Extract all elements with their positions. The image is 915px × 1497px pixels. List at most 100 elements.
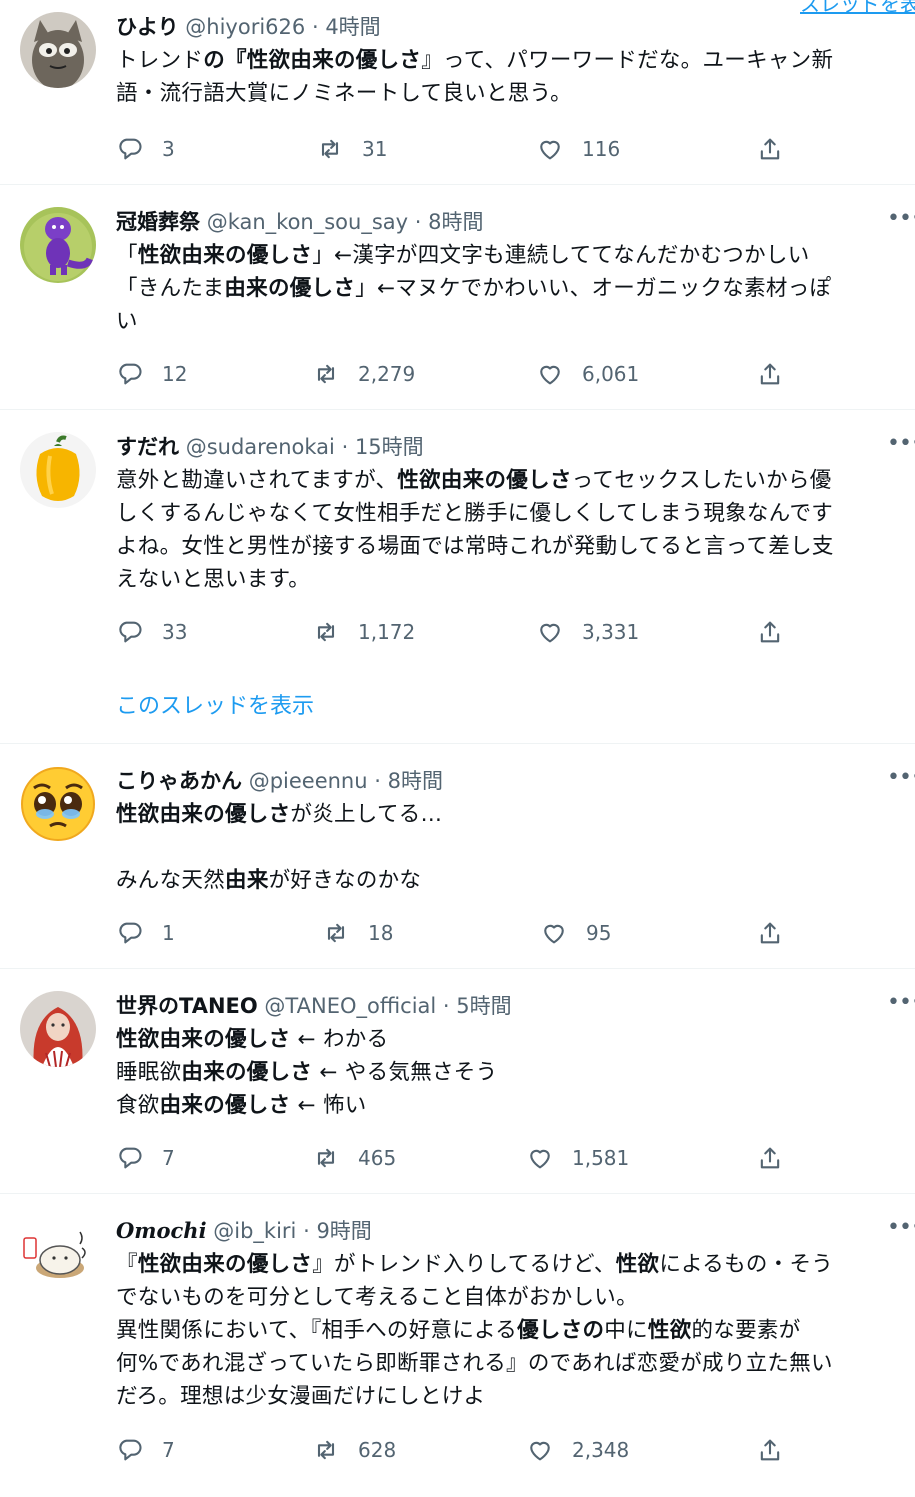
- tweet[interactable]: Omochi @ib_kiri · 9時間 ••• 『性欲由来の優しさ』がトレン…: [0, 1204, 915, 1497]
- reply-button[interactable]: 7: [116, 1143, 175, 1173]
- retweet-button[interactable]: 31: [316, 134, 387, 164]
- highlighted-text: 性欲由来の優しさ: [397, 468, 572, 493]
- handle[interactable]: @ib_kiri: [213, 1219, 296, 1243]
- tweet[interactable]: 世界のTANEO @TANEO_official · 5時間 ••• 性欲由来の…: [0, 979, 915, 1193]
- retweet-button[interactable]: 465: [312, 1143, 396, 1173]
- display-name[interactable]: 冠婚葬祭: [116, 210, 200, 234]
- like-count: 95: [586, 921, 612, 945]
- timestamp[interactable]: 5時間: [456, 994, 511, 1018]
- handle[interactable]: @sudarenokai: [186, 435, 335, 459]
- timestamp[interactable]: 4時間: [325, 15, 380, 39]
- tweet-text-line: い: [116, 305, 906, 338]
- handle[interactable]: @pieeennu: [249, 769, 368, 793]
- share-button[interactable]: [756, 1435, 784, 1465]
- reply-button[interactable]: 3: [116, 134, 175, 164]
- text-run: よね。女性と男性が接する場面では常時これが発動してると言って差し支: [116, 534, 834, 559]
- reply-icon[interactable]: [116, 1436, 144, 1464]
- reply-icon[interactable]: [116, 618, 144, 646]
- more-options-icon[interactable]: •••: [887, 767, 915, 794]
- retweet-button[interactable]: 2,279: [312, 359, 415, 389]
- reply-icon[interactable]: [116, 135, 144, 163]
- reply-button[interactable]: 33: [116, 617, 187, 647]
- heart-icon[interactable]: [526, 1144, 554, 1172]
- reply-button[interactable]: 12: [116, 359, 187, 389]
- avatar[interactable]: [20, 12, 96, 88]
- heart-icon[interactable]: [536, 360, 564, 388]
- handle[interactable]: @kan_kon_sou_say: [207, 210, 408, 234]
- highlighted-text: 性欲由来の優しさ: [137, 1252, 313, 1277]
- retweet-icon[interactable]: [312, 360, 340, 388]
- retweet-icon[interactable]: [312, 1436, 340, 1464]
- like-button[interactable]: 116: [536, 134, 620, 164]
- retweet-icon[interactable]: [312, 1144, 340, 1172]
- like-button[interactable]: 1,581: [526, 1143, 629, 1173]
- timestamp[interactable]: 9時間: [316, 1219, 371, 1243]
- reply-icon[interactable]: [116, 1144, 144, 1172]
- reply-button[interactable]: 7: [116, 1435, 175, 1465]
- display-name[interactable]: Omochi: [116, 1218, 207, 1243]
- avatar[interactable]: [20, 207, 96, 283]
- reply-button[interactable]: 1: [116, 918, 175, 948]
- display-name[interactable]: こりゃあかん: [116, 769, 242, 793]
- text-run: 異性関係において、『相手への好意による: [116, 1318, 518, 1343]
- reply-icon[interactable]: [116, 919, 144, 947]
- like-button[interactable]: 95: [540, 918, 611, 948]
- timestamp[interactable]: 15時間: [355, 435, 424, 459]
- tweet[interactable]: こりゃあかん @pieeennu · 8時間 ••• 性欲由来の優しさが炎上して…: [0, 754, 915, 968]
- heart-icon[interactable]: [526, 1436, 554, 1464]
- retweet-button[interactable]: 628: [312, 1435, 396, 1465]
- like-button[interactable]: 2,348: [526, 1435, 629, 1465]
- share-icon[interactable]: [756, 135, 784, 163]
- show-thread-link[interactable]: このスレッドを表示: [116, 688, 314, 720]
- retweet-button[interactable]: 1,172: [312, 617, 415, 647]
- heart-icon[interactable]: [536, 618, 564, 646]
- display-name[interactable]: すだれ: [116, 435, 179, 459]
- text-run: 食欲: [116, 1093, 160, 1118]
- text-run: しくするんじゃなくて女性相手だと勝手に優しくしてしまう現象なんです: [116, 501, 834, 526]
- timestamp[interactable]: 8時間: [428, 210, 483, 234]
- highlighted-text: 性欲: [647, 1318, 692, 1343]
- share-icon[interactable]: [756, 360, 784, 388]
- like-button[interactable]: 3,331: [536, 617, 639, 647]
- timestamp[interactable]: 8時間: [388, 769, 443, 793]
- tweet[interactable]: 冠婚葬祭 @kan_kon_sou_say · 8時間 ••• 「性欲由来の優し…: [0, 195, 915, 410]
- avatar[interactable]: [20, 766, 96, 842]
- retweet-icon[interactable]: [312, 618, 340, 646]
- highlighted-text: 性欲: [615, 1252, 660, 1277]
- heart-icon[interactable]: [536, 135, 564, 163]
- red-hair-avatar-icon: [20, 991, 96, 1067]
- share-button[interactable]: [756, 617, 784, 647]
- avatar[interactable]: [20, 432, 96, 508]
- retweet-button[interactable]: 18: [322, 918, 393, 948]
- tweet[interactable]: すだれ @sudarenokai · 15時間 ••• 意外と勘違いされてますが…: [0, 420, 915, 742]
- display-name[interactable]: 世界のTANEO: [116, 994, 258, 1018]
- share-button[interactable]: [756, 918, 784, 948]
- avatar[interactable]: [20, 1216, 96, 1292]
- retweet-count: 18: [368, 921, 394, 945]
- display-name[interactable]: ひより: [116, 15, 179, 39]
- retweet-icon[interactable]: [316, 135, 344, 163]
- text-run: 的な要素が: [691, 1318, 801, 1343]
- more-options-icon[interactable]: •••: [887, 433, 915, 460]
- tweet-text-line: しくするんじゃなくて女性相手だと勝手に優しくしてしまう現象なんです: [116, 497, 906, 530]
- heart-icon[interactable]: [540, 919, 568, 947]
- more-options-icon[interactable]: •••: [887, 992, 915, 1019]
- share-icon[interactable]: [756, 1436, 784, 1464]
- reply-icon[interactable]: [116, 360, 144, 388]
- retweet-icon[interactable]: [322, 919, 350, 947]
- more-options-icon[interactable]: •••: [887, 208, 915, 235]
- tweet-text-line: みんな天然由来が好きなのかな: [116, 864, 906, 897]
- share-button[interactable]: [756, 1143, 784, 1173]
- tweet[interactable]: ひより @hiyori626 · 4時間 トレンドの『性欲由来の優しさ』って、パ…: [0, 0, 915, 185]
- avatar[interactable]: [20, 991, 96, 1067]
- like-button[interactable]: 6,061: [536, 359, 639, 389]
- share-button[interactable]: [756, 359, 784, 389]
- more-options-icon[interactable]: •••: [887, 1217, 915, 1244]
- share-icon[interactable]: [756, 618, 784, 646]
- share-icon[interactable]: [756, 919, 784, 947]
- handle[interactable]: @TANEO_official: [264, 994, 436, 1018]
- share-button[interactable]: [756, 134, 784, 164]
- reply-count: 33: [162, 620, 188, 644]
- handle[interactable]: @hiyori626: [185, 15, 305, 39]
- share-icon[interactable]: [756, 1144, 784, 1172]
